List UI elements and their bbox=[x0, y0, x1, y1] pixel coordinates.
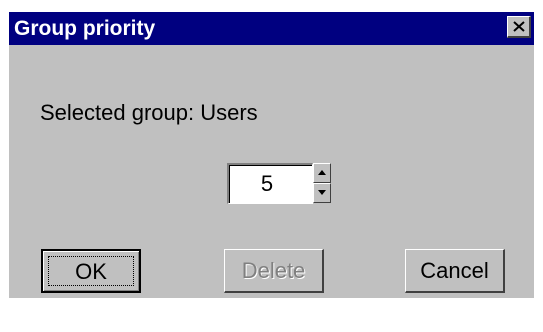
cancel-button[interactable]: Cancel bbox=[405, 249, 505, 293]
priority-decrement-button[interactable] bbox=[313, 183, 331, 203]
arrow-up-icon bbox=[318, 170, 326, 175]
close-button[interactable] bbox=[507, 16, 531, 38]
ok-button-label: OK bbox=[48, 256, 134, 286]
close-icon bbox=[513, 21, 525, 32]
arrow-down-icon bbox=[318, 190, 326, 195]
selected-group-label: Selected group: Users bbox=[40, 100, 258, 125]
priority-value: 5 bbox=[260, 171, 274, 196]
delete-button[interactable]: Delete bbox=[224, 249, 324, 293]
title-bar[interactable]: Group priority bbox=[9, 12, 534, 45]
window-title: Group priority bbox=[14, 17, 156, 40]
ok-button[interactable]: OK bbox=[41, 249, 141, 293]
priority-increment-button[interactable] bbox=[313, 163, 331, 183]
group-priority-dialog: Group priority Selected group: Users 5 O… bbox=[9, 12, 534, 298]
priority-spin-input[interactable]: 5 bbox=[227, 163, 313, 204]
